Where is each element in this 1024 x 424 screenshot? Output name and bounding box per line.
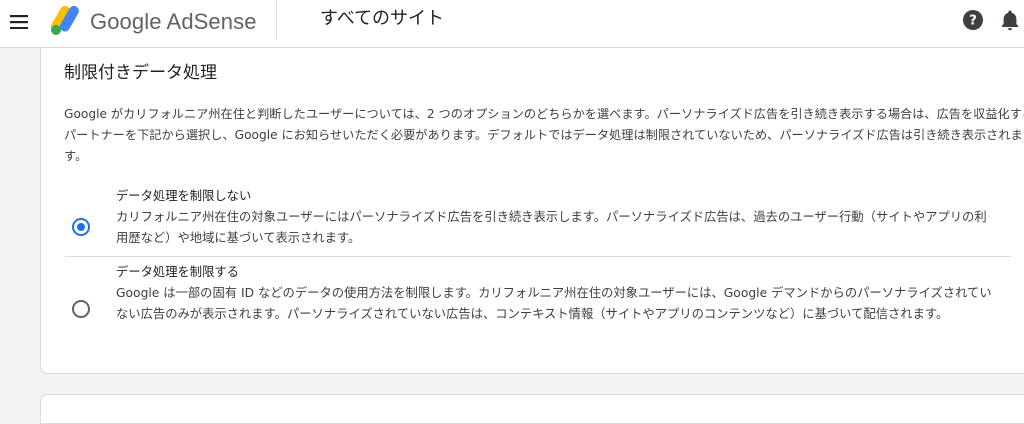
radio-restrict[interactable]	[72, 300, 90, 318]
app-name: Google AdSense	[90, 9, 257, 34]
radio-do-not-restrict[interactable]	[72, 218, 90, 236]
option-restrict[interactable]: データ処理を制限する Google は一部の固有 ID などのデータの使用方法を…	[65, 262, 1011, 346]
header-divider	[276, 0, 277, 40]
adsense-logo[interactable]: Google AdSense	[48, 4, 257, 40]
adsense-logo-icon	[48, 3, 82, 41]
page-title: すべてのサイト	[320, 8, 445, 29]
section-description: Google がカリフォルニア州在住と判断したユーザーについては、2 つのオプシ…	[64, 107, 1024, 163]
top-app-bar: Google AdSense すべてのサイト ?	[0, 0, 1024, 48]
option-title: データ処理を制限しない	[116, 189, 252, 203]
hamburger-menu-icon[interactable]	[6, 8, 34, 36]
option-text: データ処理を制限しない カリフォルニア州在住の対象ユーザーにはパーソナライズド広…	[116, 186, 996, 249]
option-text: データ処理を制限する Google は一部の固有 ID などのデータの使用方法を…	[116, 262, 996, 325]
help-icon[interactable]: ?	[962, 9, 986, 33]
bell-icon[interactable]	[1000, 9, 1024, 33]
section-title: 制限付きデータ処理	[64, 63, 217, 83]
restricted-data-processing-card: 制限付きデータ処理 Google がカリフォルニア州在住と判断したユーザーについ…	[40, 48, 1024, 374]
option-description: Google は一部の固有 ID などのデータの使用方法を制限します。カリフォル…	[116, 286, 992, 321]
option-description: カリフォルニア州在住の対象ユーザーにはパーソナライズド広告を引き続き表示します。…	[116, 210, 987, 245]
next-card	[40, 394, 1024, 424]
option-do-not-restrict[interactable]: データ処理を制限しない カリフォルニア州在住の対象ユーザーにはパーソナライズド広…	[65, 186, 1011, 257]
option-title: データ処理を制限する	[116, 265, 239, 279]
svg-text:?: ?	[969, 14, 977, 29]
